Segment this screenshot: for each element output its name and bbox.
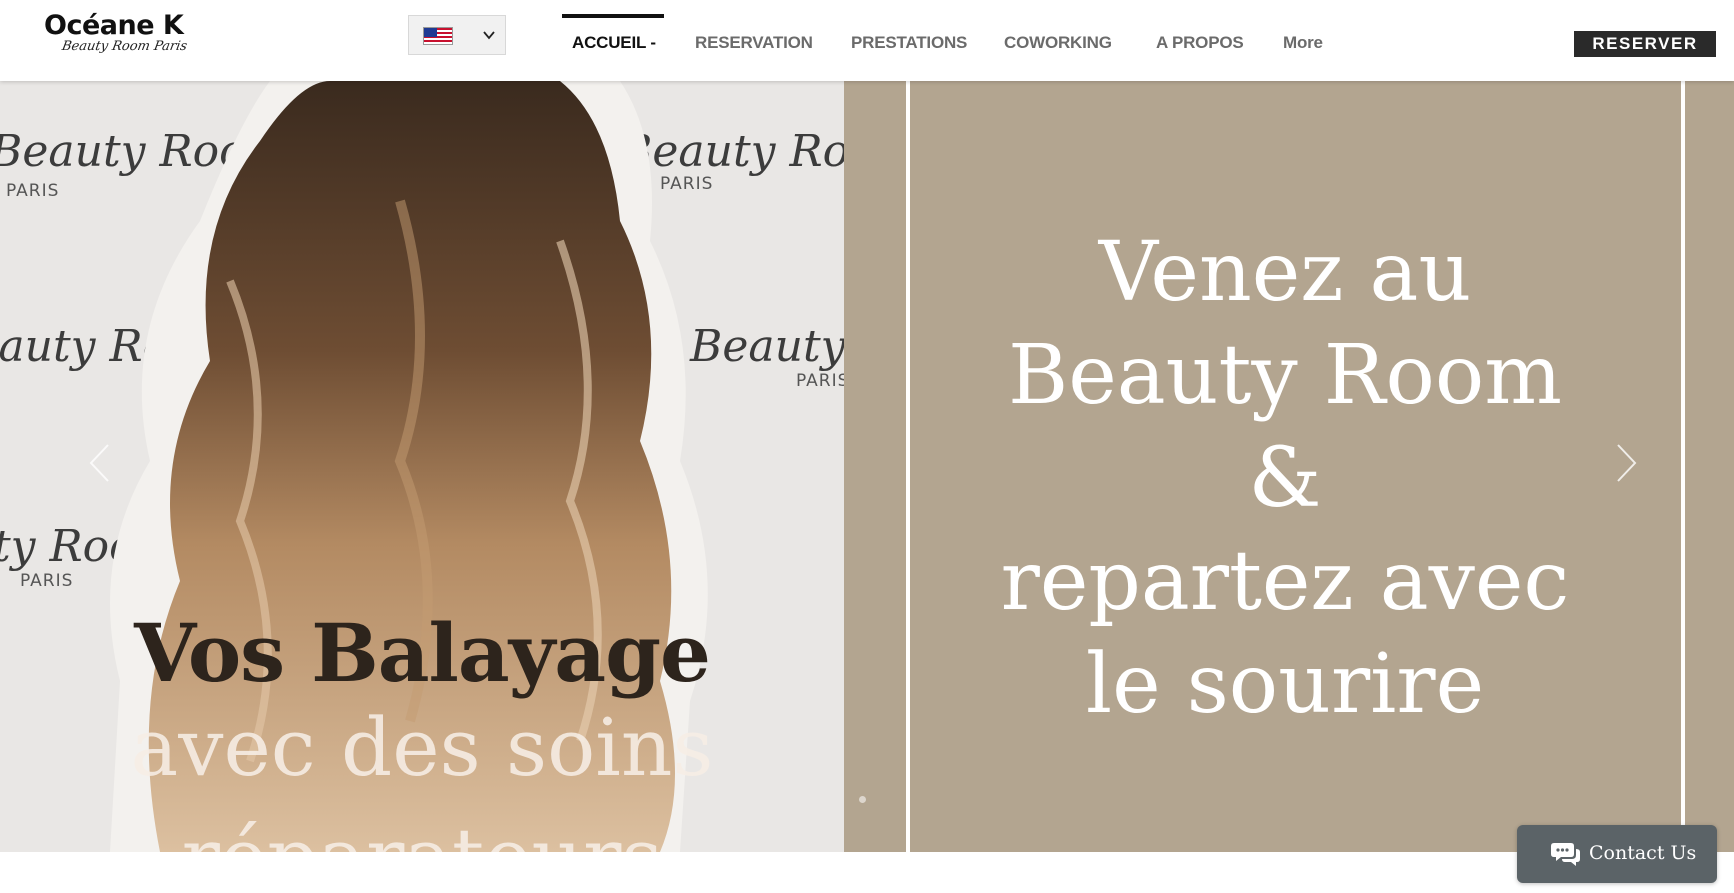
contact-us-button[interactable]: Contact Us: [1517, 825, 1717, 883]
nav-item-coworking[interactable]: COWORKING: [1004, 33, 1112, 53]
slide-line: le sourire: [1085, 637, 1485, 732]
chevron-down-icon: [483, 31, 495, 40]
reserver-button[interactable]: RESERVER: [1574, 31, 1716, 57]
chat-bubbles-icon: [1551, 843, 1580, 866]
photo-subtitle-cut: réparateurs: [0, 811, 844, 852]
nav-item-more[interactable]: More: [1283, 33, 1323, 53]
slide-line: Beauty Room: [1007, 328, 1563, 423]
chevron-right-icon[interactable]: [1614, 441, 1640, 485]
logo-name: Océane K: [44, 10, 184, 41]
nav-item-accueil[interactable]: ACCUEIL -: [572, 33, 656, 53]
site-header: Océane K Beauty Room Paris ACCUEIL - RES…: [0, 0, 1734, 81]
site-logo[interactable]: Océane K Beauty Room Paris: [44, 10, 204, 64]
nav-item-prestations[interactable]: PRESTATIONS: [851, 33, 967, 53]
contact-us-label: Contact Us: [1589, 842, 1697, 864]
photo-title: Vos Balayage: [134, 606, 711, 700]
slide-line: repartez avec: [1000, 534, 1570, 629]
slide-dot[interactable]: [859, 796, 866, 803]
slide-divider: [906, 81, 910, 852]
us-flag-icon: [423, 27, 453, 45]
hero-slideshow: Beauty Room PARIS Beauty Room PARIS Beau…: [0, 81, 1734, 852]
slide-text: Venez au Beauty Room & repartez avec le …: [1000, 221, 1570, 736]
logo-tagline: Beauty Room Paris: [60, 39, 189, 54]
hero-photo: Beauty Room PARIS Beauty Room PARIS Beau…: [0, 81, 844, 852]
chevron-left-icon[interactable]: [86, 441, 112, 485]
nav-active-indicator: [562, 14, 664, 18]
slide-divider: [1681, 81, 1685, 852]
slide-line: Venez au: [1098, 225, 1472, 320]
nav-item-reservation[interactable]: RESERVATION: [695, 33, 813, 53]
photo-subtitle: avec des soins: [130, 701, 714, 794]
nav-item-a-propos[interactable]: A PROPOS: [1156, 33, 1244, 53]
language-selector[interactable]: [408, 15, 506, 55]
slide-line: &: [1248, 431, 1322, 526]
